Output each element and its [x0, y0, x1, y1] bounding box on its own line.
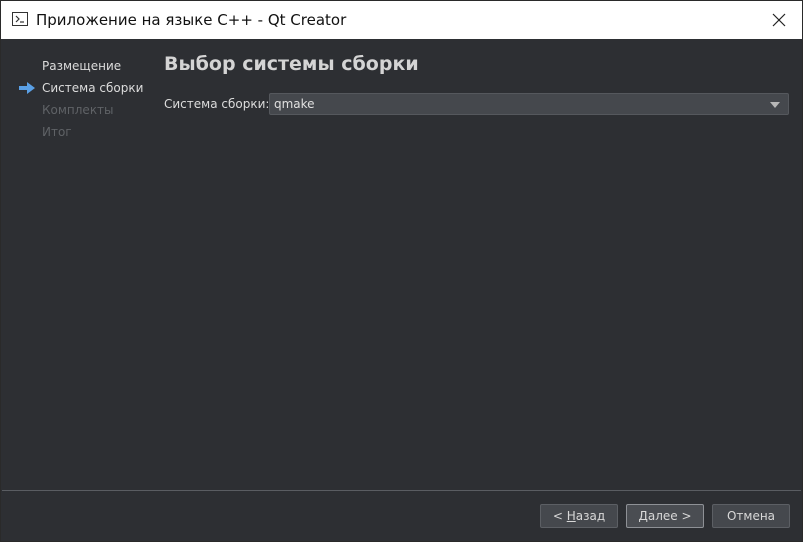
wizard-window: Приложение на языке C++ - Qt Creator Раз… [0, 0, 803, 542]
close-button[interactable] [756, 1, 802, 39]
step-label: Итог [42, 125, 72, 139]
terminal-app-icon [12, 12, 28, 26]
back-button-mnemonic: Н [566, 509, 576, 523]
close-icon [772, 13, 786, 27]
window-title: Приложение на языке C++ - Qt Creator [36, 11, 347, 29]
chevron-down-icon [770, 102, 780, 108]
step-label: Система сборки [42, 81, 144, 95]
cancel-button[interactable]: Отмена [712, 504, 790, 528]
wizard-steps: Размещение Система сборки Комплекты Итог [1, 55, 151, 143]
separator [2, 490, 801, 491]
back-button-label: азад [575, 509, 606, 523]
step-label: Комплекты [42, 103, 114, 117]
back-button-prefix: < [552, 509, 567, 523]
next-button-label: алее > [647, 509, 692, 523]
build-system-combobox[interactable]: qmake [269, 93, 789, 115]
step-kits: Комплекты [1, 99, 151, 121]
step-build-system: Система сборки [1, 77, 151, 99]
build-system-value: qmake [274, 97, 315, 111]
back-button[interactable]: < Назад [540, 504, 618, 528]
step-label: Размещение [42, 59, 122, 73]
wizard-content: Размещение Система сборки Комплекты Итог… [1, 39, 802, 541]
current-step-arrow-icon [19, 82, 35, 94]
cancel-button-label: Отмена [726, 509, 776, 523]
build-system-label: Система сборки: [164, 97, 270, 111]
page-title: Выбор системы сборки [164, 53, 419, 75]
step-summary: Итог [1, 121, 151, 143]
step-location: Размещение [1, 55, 151, 77]
build-system-row: Система сборки: qmake [164, 93, 791, 117]
next-button[interactable]: Далее > [626, 504, 704, 528]
title-bar[interactable]: Приложение на языке C++ - Qt Creator [1, 1, 802, 39]
next-button-mnemonic: Д [638, 509, 648, 523]
